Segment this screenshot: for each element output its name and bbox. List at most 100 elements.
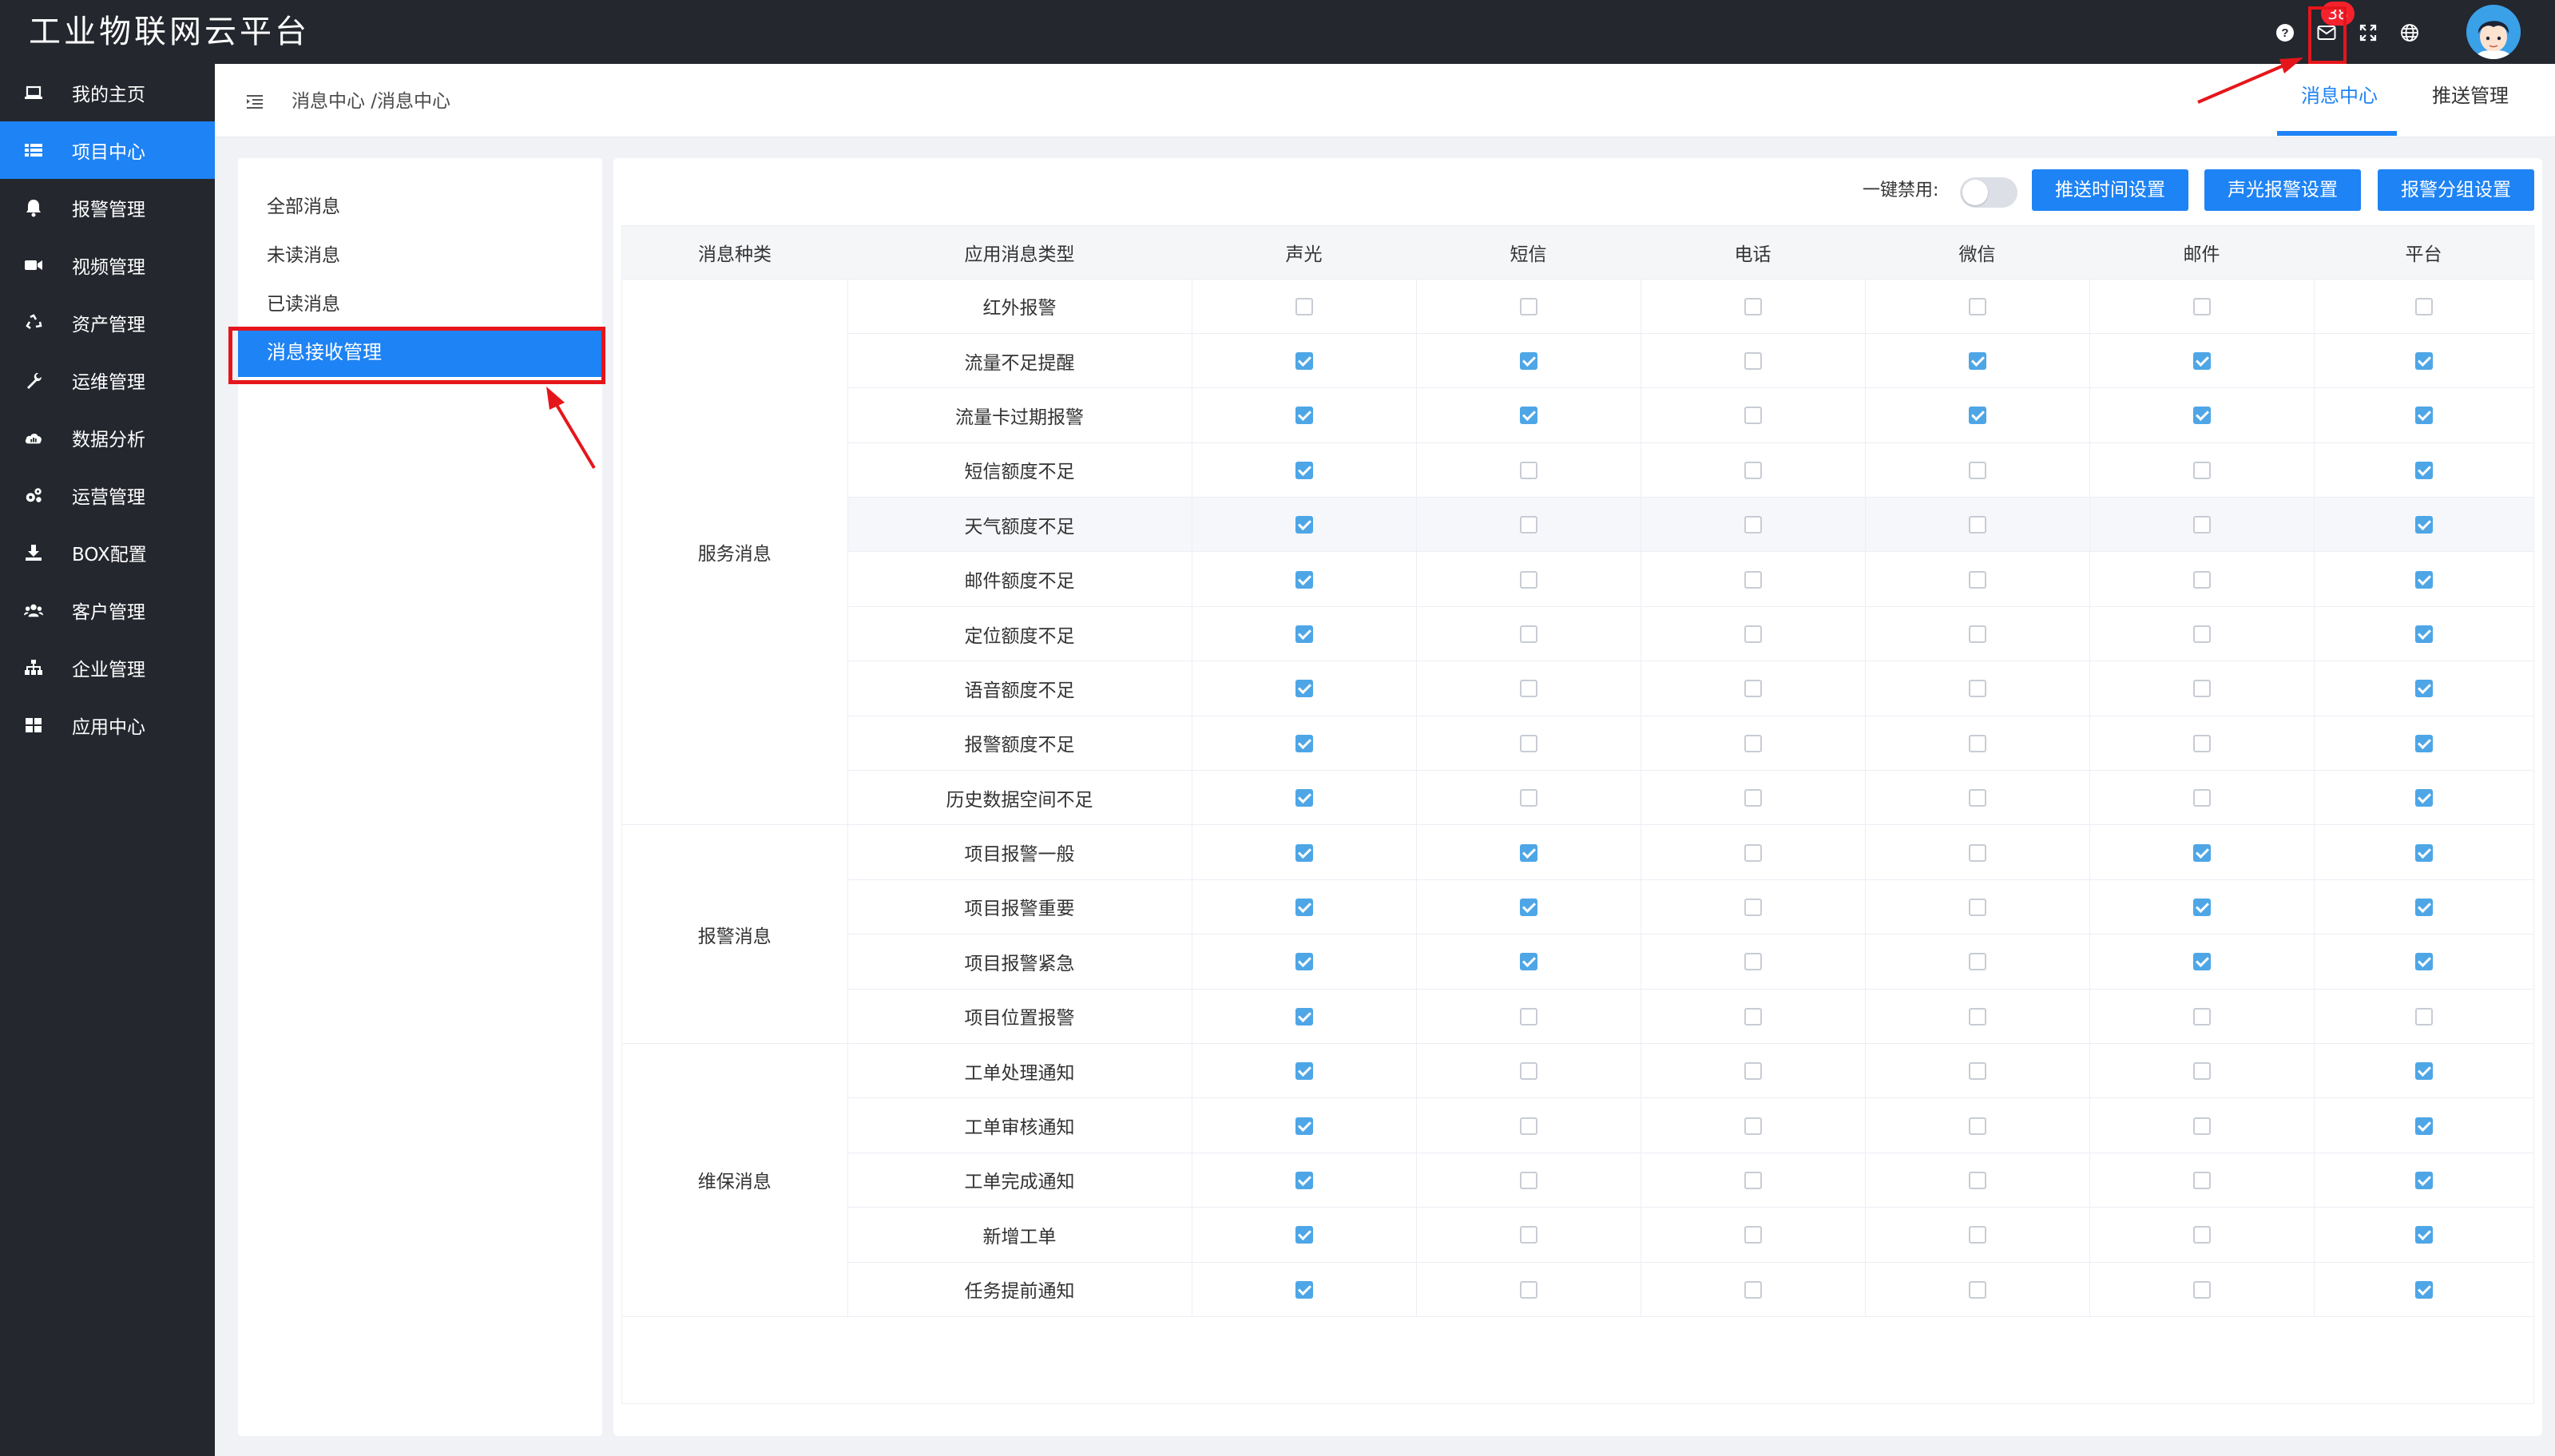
channel-checkbox[interactable] bbox=[1295, 789, 1313, 807]
channel-checkbox[interactable] bbox=[1295, 461, 1313, 479]
channel-checkbox[interactable] bbox=[2414, 625, 2433, 644]
channel-checkbox[interactable] bbox=[1744, 516, 1762, 534]
channel-checkbox[interactable] bbox=[1295, 898, 1313, 916]
channel-checkbox[interactable] bbox=[1295, 1171, 1313, 1189]
channel-checkbox[interactable] bbox=[1968, 953, 1986, 971]
sidebar-item-video[interactable]: 视频管理 bbox=[0, 236, 215, 294]
question-circle-icon[interactable]: ? bbox=[2273, 21, 2297, 45]
channel-checkbox[interactable] bbox=[2414, 734, 2433, 752]
channel-checkbox[interactable] bbox=[1295, 1226, 1313, 1244]
channel-checkbox[interactable] bbox=[1295, 407, 1313, 425]
channel-checkbox[interactable] bbox=[1519, 1117, 1537, 1135]
channel-checkbox[interactable] bbox=[1744, 843, 1762, 862]
channel-checkbox[interactable] bbox=[1519, 407, 1537, 425]
channel-checkbox[interactable] bbox=[2192, 1007, 2211, 1026]
channel-checkbox[interactable] bbox=[2414, 680, 2433, 698]
channel-checkbox[interactable] bbox=[2192, 625, 2211, 644]
channel-checkbox[interactable] bbox=[2414, 1117, 2433, 1135]
menu-item-unread-messages[interactable]: 未读消息 bbox=[267, 242, 340, 269]
channel-checkbox[interactable] bbox=[1519, 297, 1537, 315]
globe-icon[interactable] bbox=[2398, 21, 2422, 45]
channel-checkbox[interactable] bbox=[2192, 516, 2211, 534]
channel-checkbox[interactable] bbox=[1295, 843, 1313, 862]
channel-checkbox[interactable] bbox=[1519, 734, 1537, 752]
channel-checkbox[interactable] bbox=[1519, 352, 1537, 371]
channel-checkbox[interactable] bbox=[1295, 1117, 1313, 1135]
channel-checkbox[interactable] bbox=[1968, 898, 1986, 916]
channel-checkbox[interactable] bbox=[1295, 680, 1313, 698]
channel-checkbox[interactable] bbox=[1519, 843, 1537, 862]
sidebar-item-box-config[interactable]: BOX配置 bbox=[0, 524, 215, 581]
channel-checkbox[interactable] bbox=[1968, 516, 1986, 534]
sidebar-item-operations[interactable]: 运营管理 bbox=[0, 466, 215, 524]
channel-checkbox[interactable] bbox=[1744, 898, 1762, 916]
channel-checkbox[interactable] bbox=[1744, 1226, 1762, 1244]
channel-checkbox[interactable] bbox=[2192, 953, 2211, 971]
channel-checkbox[interactable] bbox=[1744, 625, 1762, 644]
channel-checkbox[interactable] bbox=[1519, 625, 1537, 644]
channel-checkbox[interactable] bbox=[1744, 1062, 1762, 1081]
channel-checkbox[interactable] bbox=[1968, 1171, 1986, 1189]
channel-checkbox[interactable] bbox=[2192, 1171, 2211, 1189]
channel-checkbox[interactable] bbox=[1295, 297, 1313, 315]
menu-item-read-messages[interactable]: 已读消息 bbox=[267, 291, 340, 318]
channel-checkbox[interactable] bbox=[1295, 734, 1313, 752]
channel-checkbox[interactable] bbox=[2192, 898, 2211, 916]
channel-checkbox[interactable] bbox=[1295, 516, 1313, 534]
channel-checkbox[interactable] bbox=[1519, 680, 1537, 698]
channel-checkbox[interactable] bbox=[2192, 352, 2211, 371]
channel-checkbox[interactable] bbox=[1744, 1007, 1762, 1026]
channel-checkbox[interactable] bbox=[1295, 953, 1313, 971]
channel-checkbox[interactable] bbox=[1744, 1117, 1762, 1135]
push-time-settings-button[interactable]: 推送时间设置 bbox=[2032, 169, 2188, 211]
channel-checkbox[interactable] bbox=[2192, 407, 2211, 425]
sidebar-item-customers[interactable]: 客户管理 bbox=[0, 581, 215, 639]
channel-checkbox[interactable] bbox=[1744, 407, 1762, 425]
channel-checkbox[interactable] bbox=[1968, 570, 1986, 589]
channel-checkbox[interactable] bbox=[1519, 1062, 1537, 1081]
channel-checkbox[interactable] bbox=[2414, 570, 2433, 589]
channel-checkbox[interactable] bbox=[2192, 1226, 2211, 1244]
channel-checkbox[interactable] bbox=[1968, 461, 1986, 479]
channel-checkbox[interactable] bbox=[2414, 953, 2433, 971]
channel-checkbox[interactable] bbox=[2192, 843, 2211, 862]
tab-push-management[interactable]: 推送管理 bbox=[2432, 81, 2509, 110]
channel-checkbox[interactable] bbox=[1968, 734, 1986, 752]
channel-checkbox[interactable] bbox=[1968, 407, 1986, 425]
channel-checkbox[interactable] bbox=[1968, 843, 1986, 862]
channel-checkbox[interactable] bbox=[2414, 352, 2433, 371]
channel-checkbox[interactable] bbox=[1295, 570, 1313, 589]
sidebar-item-enterprise[interactable]: 企业管理 bbox=[0, 639, 215, 696]
channel-checkbox[interactable] bbox=[1519, 516, 1537, 534]
channel-checkbox[interactable] bbox=[1519, 1007, 1537, 1026]
channel-checkbox[interactable] bbox=[1968, 1117, 1986, 1135]
channel-checkbox[interactable] bbox=[2414, 297, 2433, 315]
channel-checkbox[interactable] bbox=[1968, 789, 1986, 807]
channel-checkbox[interactable] bbox=[1968, 1062, 1986, 1081]
channel-checkbox[interactable] bbox=[2192, 680, 2211, 698]
sidebar-item-home[interactable]: 我的主页 bbox=[0, 64, 215, 121]
channel-checkbox[interactable] bbox=[1744, 1280, 1762, 1299]
channel-checkbox[interactable] bbox=[1968, 1007, 1986, 1026]
channel-checkbox[interactable] bbox=[1968, 352, 1986, 371]
channel-checkbox[interactable] bbox=[1968, 1226, 1986, 1244]
channel-checkbox[interactable] bbox=[1744, 789, 1762, 807]
channel-checkbox[interactable] bbox=[1968, 297, 1986, 315]
channel-checkbox[interactable] bbox=[1519, 570, 1537, 589]
channel-checkbox[interactable] bbox=[1744, 297, 1762, 315]
channel-checkbox[interactable] bbox=[1519, 898, 1537, 916]
channel-checkbox[interactable] bbox=[1295, 1062, 1313, 1081]
channel-checkbox[interactable] bbox=[1519, 789, 1537, 807]
channel-checkbox[interactable] bbox=[1744, 1171, 1762, 1189]
channel-checkbox[interactable] bbox=[1519, 953, 1537, 971]
channel-checkbox[interactable] bbox=[1519, 1171, 1537, 1189]
channel-checkbox[interactable] bbox=[2192, 1062, 2211, 1081]
sound-light-alarm-settings-button[interactable]: 声光报警设置 bbox=[2204, 169, 2361, 211]
channel-checkbox[interactable] bbox=[2192, 1117, 2211, 1135]
disable-all-switch[interactable] bbox=[1960, 177, 2017, 208]
channel-checkbox[interactable] bbox=[1295, 1280, 1313, 1299]
sidebar-item-analytics[interactable]: 数据分析 bbox=[0, 409, 215, 466]
channel-checkbox[interactable] bbox=[2192, 297, 2211, 315]
menu-item-all-messages[interactable]: 全部消息 bbox=[267, 193, 340, 220]
channel-checkbox[interactable] bbox=[1295, 1007, 1313, 1026]
